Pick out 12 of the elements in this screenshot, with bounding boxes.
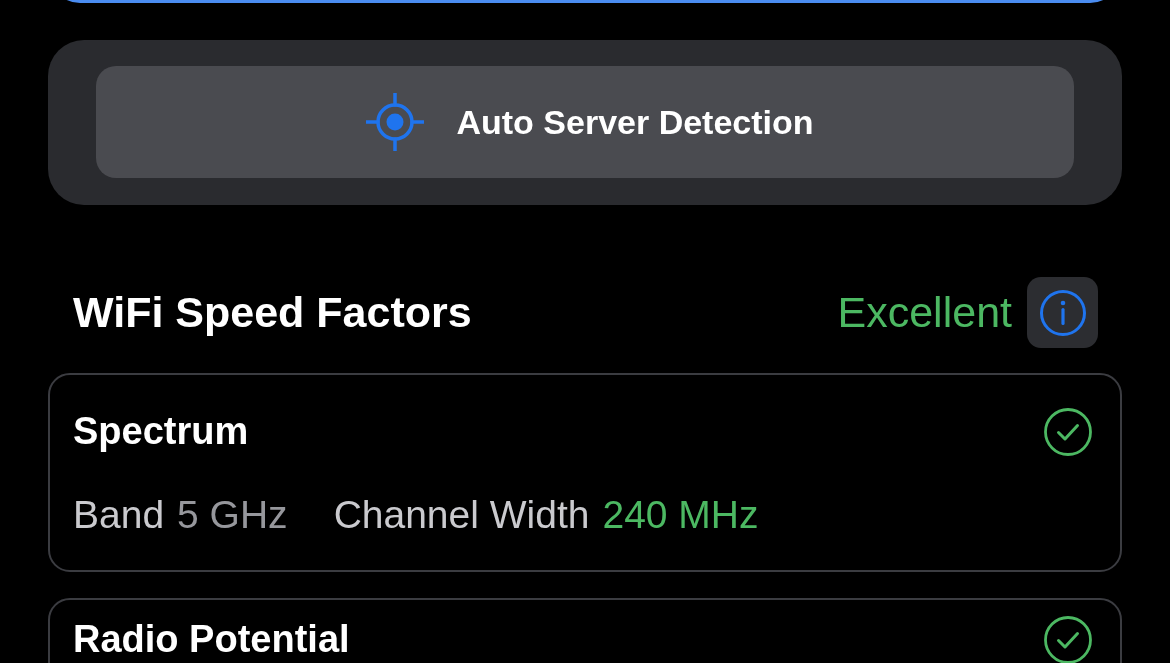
auto-server-detection-button[interactable]: Auto Server Detection (96, 66, 1074, 178)
crosshair-icon (366, 93, 425, 151)
detail-value: 240 MHz (602, 493, 759, 537)
card-title: Radio Potential (73, 618, 350, 662)
rating-text: Excellent (837, 288, 1012, 337)
detail-label: Channel Width (333, 493, 590, 537)
info-icon (1039, 289, 1086, 336)
detail-label: Band (73, 493, 165, 537)
info-button[interactable] (1027, 277, 1098, 348)
detail-value: 5 GHz (177, 493, 288, 537)
section-title: WiFi Speed Factors (73, 288, 472, 337)
card-title: Spectrum (73, 410, 249, 454)
